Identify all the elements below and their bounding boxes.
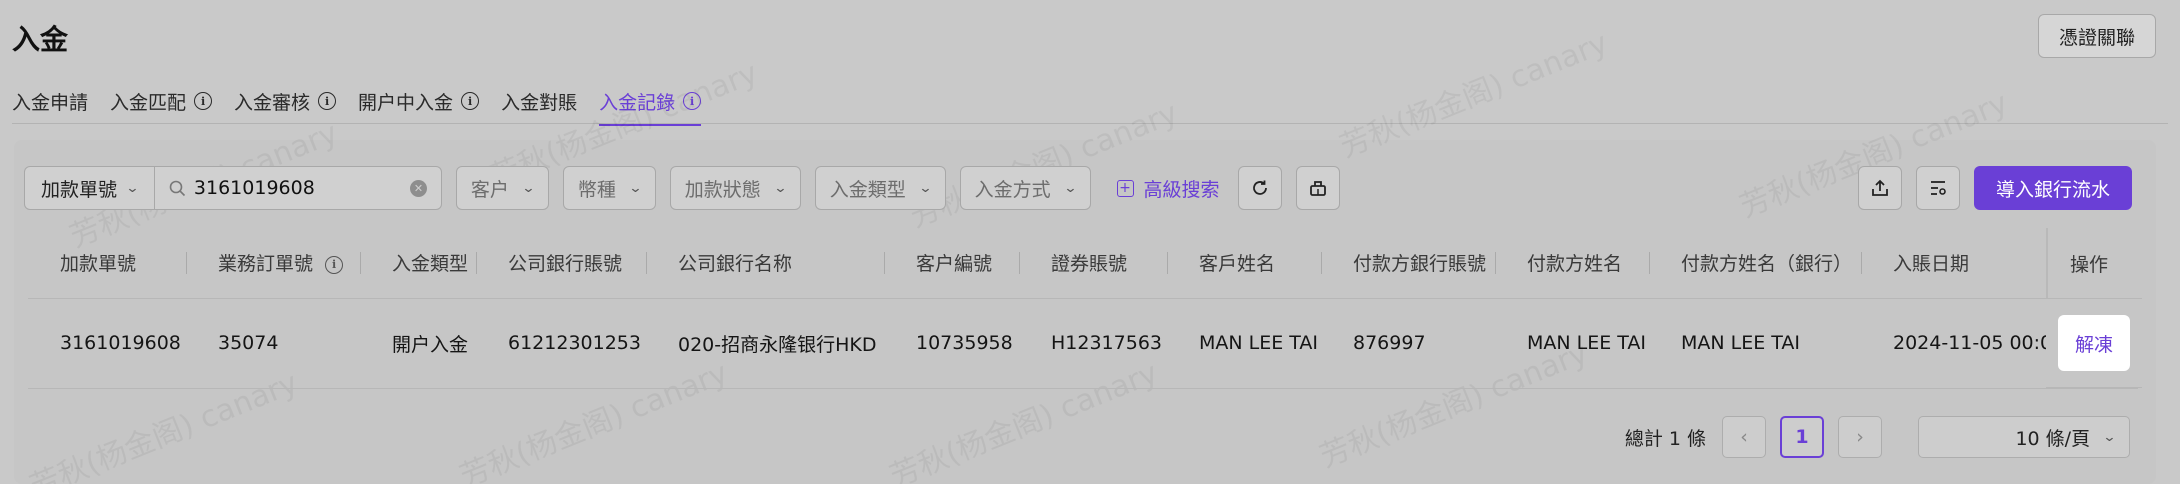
column-header: 加款單號 [60, 253, 137, 276]
search-field-label: 加款單號 [41, 178, 118, 201]
tab-label: 入金審核 [234, 91, 311, 114]
filter-label: 入金類型 [829, 178, 906, 201]
table-cell: MAN LEE TAI [1167, 297, 1321, 389]
chevron-down-icon: ⌄ [521, 180, 536, 196]
info-icon[interactable]: i [461, 92, 480, 110]
pagination: 總計 1 條 ‹ 1 › 10 條/頁 ⌄ [1625, 416, 2130, 458]
table-cell: MAN LEE TAI [1495, 297, 1649, 389]
search-input[interactable] [193, 177, 394, 199]
table-cell: 35074 [186, 297, 360, 389]
column-settings-icon [1930, 181, 1946, 195]
filter-customer[interactable]: 客户 ⌄ [455, 166, 549, 210]
chevron-down-icon: ⌄ [918, 180, 933, 196]
tab-deposit-reconciliation[interactable]: 入金對賬 [501, 78, 577, 124]
column-header: 公司銀行賬號 [476, 228, 646, 298]
filter-label: 加款狀態 [684, 178, 761, 201]
chevron-left-icon: ‹ [1740, 426, 1748, 448]
advanced-search-button[interactable]: + 高級搜索 [1116, 175, 1220, 202]
tab-label: 入金申請 [12, 91, 89, 114]
info-icon[interactable]: i [683, 92, 702, 110]
chevron-down-icon: ⌄ [125, 180, 140, 196]
tab-label: 開户中入金 [358, 91, 454, 114]
column-header: 付款方銀行賬號 [1321, 228, 1495, 298]
export-button[interactable] [1857, 166, 1902, 210]
column-settings-button[interactable] [1915, 166, 1960, 210]
clear-icon[interactable]: ✕ [409, 179, 427, 197]
tab-account-opening-deposit[interactable]: 開户中入金 i [358, 78, 480, 124]
filter-deposit-type[interactable]: 入金類型 ⌄ [814, 166, 946, 210]
table-cell: 876997 [1321, 297, 1495, 389]
tab-label: 入金對賬 [501, 91, 578, 114]
prev-page-button[interactable]: ‹ [1722, 416, 1766, 458]
info-icon[interactable]: i [318, 92, 337, 110]
table-cell: 3161019608 [28, 297, 186, 389]
filter-label: 客户 [470, 178, 509, 201]
tab-label: 入金匹配 [110, 91, 187, 114]
tab-label: 入金記錄 [599, 91, 676, 114]
filter-currency[interactable]: 幣種 ⌄ [562, 166, 656, 210]
search-field-select[interactable]: 加款單號 ⌄ [25, 167, 155, 209]
column-header: 證券賬號 [1019, 228, 1167, 298]
tab-bar: 入金申請 入金匹配 i 入金審核 i 開户中入金 i 入金對賬 入金記錄 i [12, 78, 723, 126]
filter-label: 幣種 [577, 178, 616, 201]
column-header-label: 業務訂單號 [218, 253, 314, 276]
advanced-search-label: 高級搜索 [1143, 178, 1220, 201]
table-cell: MAN LEE TAI [1649, 297, 1861, 389]
plus-icon: + [1116, 179, 1134, 197]
tab-deposit-application[interactable]: 入金申請 [12, 78, 88, 124]
operation-cell: 解凍 [2046, 298, 2142, 388]
page-number-button[interactable]: 1 [1780, 416, 1824, 458]
table-cell: 61212301253 [476, 297, 646, 389]
import-bank-statement-button[interactable]: 導入銀行流水 [1973, 166, 2132, 210]
table-cell: 開户入金 [360, 297, 476, 389]
unfreeze-button[interactable]: 解凍 [2058, 315, 2130, 371]
chevron-down-icon: ⌄ [1062, 180, 1078, 196]
chevron-down-icon: ⌄ [773, 180, 788, 196]
tab-deposit-matching[interactable]: 入金匹配 i [110, 78, 213, 124]
search-toolbar: 加款單號 ⌄ ✕ 客户 ⌄ 幣種 ⌄ 加款狀態 ⌄ 入金類型 ⌄ 入金方式 ⌄ … [24, 166, 1340, 210]
refresh-button[interactable] [1237, 166, 1282, 210]
info-icon[interactable]: i [194, 92, 213, 110]
column-header: 公司銀行名称 [646, 228, 884, 298]
clear-filters-button[interactable] [1295, 166, 1340, 210]
page-size-label: 10 條/頁 [2015, 427, 2091, 450]
export-icon [1872, 179, 1888, 196]
column-header: 入金類型 [360, 228, 476, 298]
voucher-link-button[interactable]: 憑證關聯 [2037, 14, 2156, 58]
chevron-right-icon: › [1856, 426, 1864, 448]
table-cell: 020-招商永隆银行HKD [646, 297, 884, 389]
table-header-row: 加款單號 業務訂單號 i 入金類型 公司銀行賬號 公司銀行名称 客户編號 證券賬… [28, 228, 2138, 298]
toolbar-actions: 導入銀行流水 [1857, 166, 2132, 210]
table-row[interactable]: 3161019608 35074 開户入金 61212301253 020-招商… [28, 297, 2138, 389]
eraser-icon [1309, 181, 1326, 196]
column-header-order-no: 業務訂單號 i [186, 228, 360, 298]
operation-column: 操作 解凍 [2046, 228, 2142, 388]
deposit-records-table: 加款單號 業務訂單號 i 入金類型 公司銀行賬號 公司銀行名称 客户編號 證券賬… [28, 228, 2138, 389]
page-size-select[interactable]: 10 條/頁 ⌄ [1918, 416, 2130, 458]
search-icon [169, 180, 185, 196]
column-header: 客戶姓名 [1167, 228, 1321, 298]
filter-deposit-method[interactable]: 入金方式 ⌄ [959, 166, 1091, 210]
chevron-down-icon: ⌄ [2102, 429, 2117, 445]
next-page-button[interactable]: › [1838, 416, 1882, 458]
info-icon[interactable]: i [325, 255, 344, 274]
page-title: 入金 [12, 23, 69, 56]
search-group: 加款單號 ⌄ ✕ [24, 166, 442, 210]
chevron-down-icon: ⌄ [628, 180, 643, 196]
tab-divider [12, 123, 2168, 124]
filter-deposit-status[interactable]: 加款狀態 ⌄ [669, 166, 801, 210]
column-header: 付款方姓名 [1495, 228, 1649, 298]
total-count: 總計 1 條 [1624, 427, 1706, 450]
column-header: 付款方姓名（銀行） [1649, 228, 1861, 298]
filter-label: 入金方式 [974, 178, 1051, 201]
column-header: 客户編號 [884, 228, 1019, 298]
operation-header: 操作 [2046, 228, 2142, 298]
tab-deposit-records[interactable]: 入金記錄 i [599, 78, 702, 126]
search-field: ✕ [155, 167, 441, 209]
table-cell: H12317563 [1019, 297, 1167, 389]
table-cell: 10735958 [884, 297, 1019, 389]
tab-deposit-review[interactable]: 入金審核 i [234, 78, 337, 124]
refresh-icon [1252, 180, 1267, 195]
